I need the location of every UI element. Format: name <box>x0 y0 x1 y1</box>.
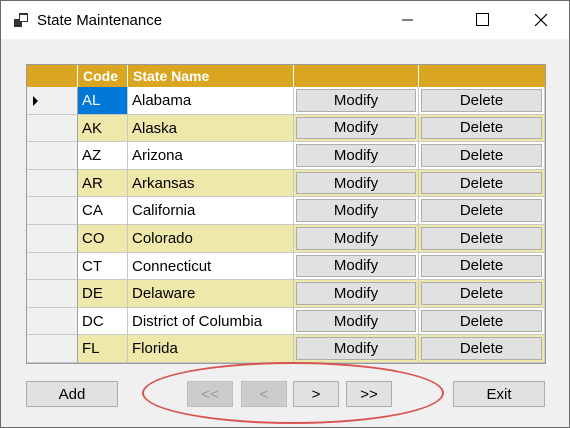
state-maintenance-window: State Maintenance Code State Name AL Ala… <box>0 0 570 428</box>
state-code-cell[interactable]: CA <box>78 197 128 225</box>
state-name-cell[interactable]: District of Columbia <box>128 307 294 336</box>
row-header[interactable] <box>27 252 78 281</box>
row-header[interactable] <box>27 307 78 336</box>
state-name-cell[interactable]: Colorado <box>128 225 294 253</box>
state-name-cell[interactable]: Delaware <box>128 280 294 308</box>
state-code-cell[interactable]: DE <box>78 280 128 308</box>
exit-button[interactable]: Exit <box>453 381 545 407</box>
maximize-icon[interactable] <box>459 1 505 39</box>
modify-button[interactable]: Modify <box>296 199 416 222</box>
table-row[interactable]: AR Arkansas Modify Delete <box>27 169 545 198</box>
row-header[interactable] <box>27 87 78 115</box>
delete-button[interactable]: Delete <box>421 116 542 140</box>
app-window-icon <box>13 12 29 28</box>
modify-button[interactable]: Modify <box>296 144 416 167</box>
modify-button[interactable]: Modify <box>296 309 416 333</box>
delete-button[interactable]: Delete <box>421 282 542 305</box>
state-code-cell[interactable]: AL <box>78 87 128 115</box>
delete-button[interactable]: Delete <box>421 309 542 333</box>
delete-button[interactable]: Delete <box>421 227 542 250</box>
column-header-state-name[interactable]: State Name <box>128 65 294 87</box>
state-code-cell[interactable]: FL <box>78 335 128 363</box>
state-name-cell[interactable]: Arkansas <box>128 169 294 198</box>
table-row[interactable]: DC District of Columbia Modify Delete <box>27 307 545 336</box>
row-header[interactable] <box>27 169 78 198</box>
row-header[interactable] <box>27 142 78 170</box>
last-page-button[interactable]: >> <box>346 381 392 407</box>
state-name-cell[interactable]: Alabama <box>128 87 294 115</box>
next-page-button[interactable]: > <box>293 381 339 407</box>
table-row[interactable]: AL Alabama Modify Delete <box>27 87 545 115</box>
state-code-cell[interactable]: CO <box>78 225 128 253</box>
state-code-cell[interactable]: AR <box>78 169 128 198</box>
states-grid[interactable]: Code State Name AL Alabama Modify Delete… <box>26 64 546 364</box>
table-row[interactable]: AK Alaska Modify Delete <box>27 114 545 143</box>
first-page-button[interactable]: << <box>187 381 233 407</box>
previous-page-button[interactable]: < <box>241 381 287 407</box>
table-row[interactable]: CA California Modify Delete <box>27 197 545 225</box>
column-header-code[interactable]: Code <box>78 65 128 87</box>
table-row[interactable]: CT Connecticut Modify Delete <box>27 252 545 281</box>
state-name-cell[interactable]: Florida <box>128 335 294 363</box>
row-header[interactable] <box>27 197 78 225</box>
table-row[interactable]: CO Colorado Modify Delete <box>27 225 545 253</box>
delete-button[interactable]: Delete <box>421 254 542 278</box>
modify-button[interactable]: Modify <box>296 171 416 195</box>
minimize-icon[interactable] <box>384 1 430 39</box>
state-name-cell[interactable]: Alaska <box>128 114 294 143</box>
delete-button[interactable]: Delete <box>421 171 542 195</box>
state-name-cell[interactable]: Connecticut <box>128 252 294 281</box>
row-header[interactable] <box>27 280 78 308</box>
column-header-modify[interactable] <box>294 65 419 87</box>
modify-button[interactable]: Modify <box>296 227 416 250</box>
state-code-cell[interactable]: CT <box>78 252 128 281</box>
modify-button[interactable]: Modify <box>296 89 416 112</box>
table-row[interactable]: FL Florida Modify Delete <box>27 335 545 363</box>
row-header[interactable] <box>27 225 78 253</box>
modify-button[interactable]: Modify <box>296 337 416 360</box>
delete-button[interactable]: Delete <box>421 144 542 167</box>
table-row[interactable]: DE Delaware Modify Delete <box>27 280 545 308</box>
row-header[interactable] <box>27 335 78 363</box>
modify-button[interactable]: Modify <box>296 254 416 278</box>
modify-button[interactable]: Modify <box>296 282 416 305</box>
add-button[interactable]: Add <box>26 381 118 407</box>
close-icon[interactable] <box>518 1 564 39</box>
window-title: State Maintenance <box>37 12 163 29</box>
delete-button[interactable]: Delete <box>421 89 542 112</box>
delete-button[interactable]: Delete <box>421 337 542 360</box>
grid-header: Code State Name <box>27 65 545 87</box>
table-row[interactable]: AZ Arizona Modify Delete <box>27 142 545 170</box>
state-name-cell[interactable]: Arizona <box>128 142 294 170</box>
row-header-corner <box>27 65 78 87</box>
row-pointer-icon <box>33 96 38 106</box>
state-code-cell[interactable]: AZ <box>78 142 128 170</box>
state-code-cell[interactable]: AK <box>78 114 128 143</box>
row-header[interactable] <box>27 114 78 143</box>
state-code-cell[interactable]: DC <box>78 307 128 336</box>
column-header-delete[interactable] <box>419 65 545 87</box>
state-name-cell[interactable]: California <box>128 197 294 225</box>
title-bar[interactable]: State Maintenance <box>1 1 569 39</box>
delete-button[interactable]: Delete <box>421 199 542 222</box>
modify-button[interactable]: Modify <box>296 116 416 140</box>
